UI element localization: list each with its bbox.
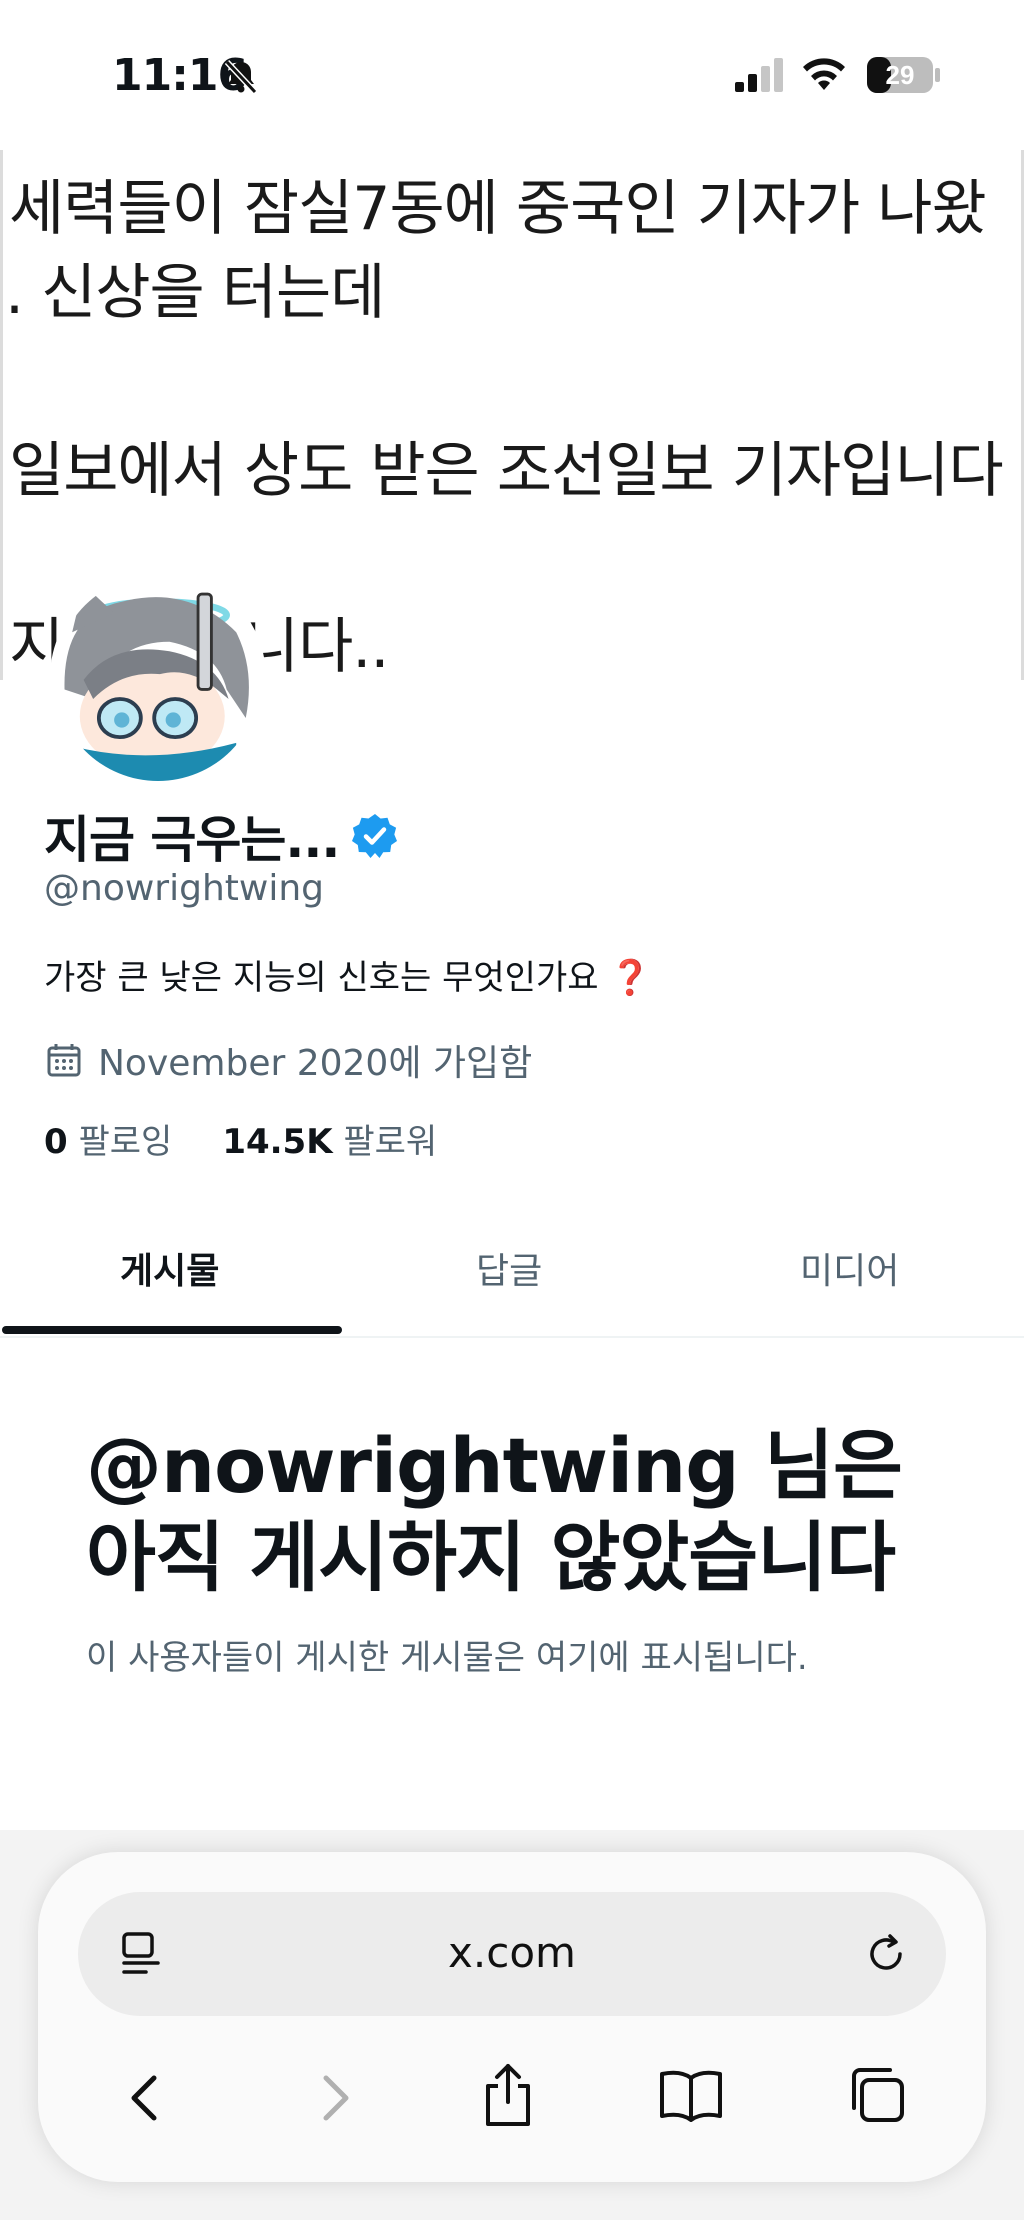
back-icon[interactable] [118,2070,174,2126]
profile-name: 지금 극우는... [44,811,340,869]
question-mark-emoji: ❓ [609,958,652,998]
followers-link[interactable]: 14.5K 팔로워 [222,1122,437,1162]
banner-text-line: 세력들이 잠실7동에 중국인 기자가 나왔 [9,174,987,244]
url-text[interactable]: x.com [78,1928,946,1977]
followers-label: 팔로워 [343,1122,438,1162]
share-icon[interactable] [478,2062,538,2128]
calendar-icon [47,1044,81,1077]
tabs-icon[interactable] [846,2064,908,2126]
banner-text-line: . 신상을 터는데 [5,258,385,328]
profile-avatar[interactable] [50,570,266,786]
empty-title-line: @nowrightwing 님은 [86,1421,903,1510]
address-bar[interactable]: x.com [78,1892,946,2016]
profile-name-row: 지금 극우는... [44,800,399,872]
profile-joined: November 2020에 가입함 [44,1034,532,1086]
wifi-icon [800,54,848,94]
verified-badge-icon [352,814,398,858]
empty-state-title: @nowrightwing 님은 아직 게시하지 않았습니다 [86,1420,903,1604]
tab-media[interactable]: 미디어 [800,1242,899,1294]
battery-level: 29 [886,60,915,90]
active-tab-indicator [2,1326,342,1334]
following-link[interactable]: 0 팔로잉 [44,1122,172,1162]
joined-text: November 2020에 가입함 [98,1043,533,1084]
follow-stats: 0 팔로잉 14.5K 팔로워 [44,1114,437,1163]
empty-state-subtitle: 이 사용자들이 게시한 게시물은 여기에 표시됩니다. [86,1638,808,1678]
following-label: 팔로잉 [78,1122,173,1162]
silent-bell-icon [222,58,260,96]
bio-text: 가장 큰 낮은 지능의 신호는 무엇인가요 [44,958,599,998]
empty-title-line: 아직 게시하지 않았습니다 [86,1513,896,1602]
tab-posts[interactable]: 게시물 [120,1242,219,1294]
cellular-signal-icon [733,56,787,94]
battery-icon: 29 [866,56,942,94]
following-count: 0 [44,1122,68,1162]
forward-icon[interactable] [306,2070,362,2126]
banner-text-line: 일보에서 상도 받은 조선일보 기자입니다 [9,436,1004,506]
browser-toolbar: x.com [38,1852,986,2182]
reload-icon[interactable] [862,1930,910,1978]
status-bar: 11:16 29 [0,0,1024,150]
profile-handle: @nowrightwing [44,868,324,909]
followers-count: 14.5K [222,1122,333,1162]
profile-tabs: 게시물 답글 미디어 [0,1200,1024,1338]
tab-replies[interactable]: 답글 [476,1242,542,1294]
bookmarks-icon[interactable] [658,2068,724,2124]
profile-bio: 가장 큰 낮은 지능의 신호는 무엇인가요 ❓ [44,950,652,999]
